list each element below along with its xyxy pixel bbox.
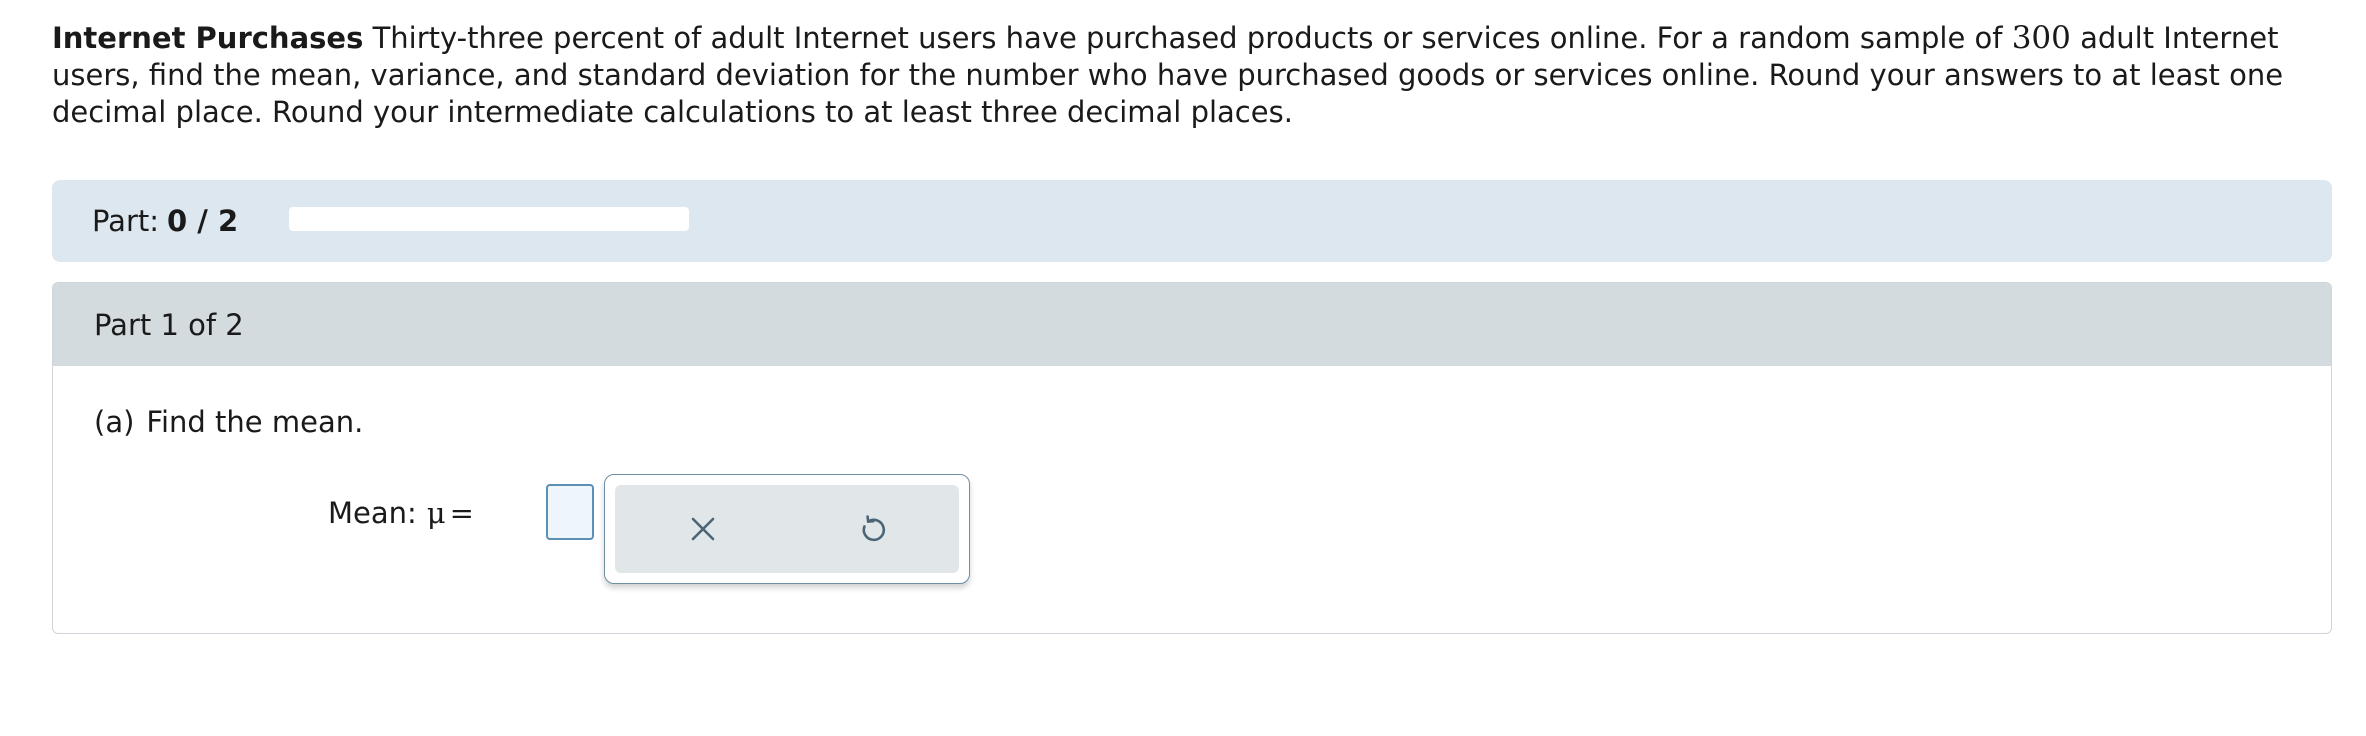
part-progress-label: Part: 0 / 2 — [92, 201, 238, 241]
problem-statement: Internet Purchases Thirty-three percent … — [52, 20, 2342, 131]
clear-button[interactable] — [683, 509, 723, 549]
sample-size-number: 300 — [2011, 20, 2071, 56]
part-card: Part 1 of 2 (a) Find the mean. Mean: μ = — [52, 282, 2332, 634]
answer-tool-panel — [604, 474, 970, 584]
undo-button[interactable] — [853, 509, 893, 549]
mean-answer-input[interactable] — [546, 484, 594, 540]
question-prompt: (a) Find the mean. — [94, 402, 363, 442]
mean-label-text: Mean: — [328, 496, 417, 530]
answer-tool-inner — [615, 485, 959, 573]
undo-icon — [862, 515, 886, 542]
mean-label: Mean: μ = — [328, 493, 474, 533]
mu-symbol: μ — [426, 496, 446, 530]
part-progress-count: 0 / 2 — [167, 204, 239, 238]
question-letter: (a) — [94, 405, 135, 439]
equals-sign: = — [449, 496, 474, 530]
part-progress-bar: Part: 0 / 2 — [52, 180, 2332, 262]
part-header: Part 1 of 2 — [53, 283, 2331, 366]
problem-title: Internet Purchases — [52, 21, 364, 55]
close-icon — [691, 517, 715, 541]
question-text: Find the mean. — [146, 405, 364, 439]
progress-track — [289, 207, 689, 231]
problem-text-part1: Thirty-three percent of adult Internet u… — [372, 21, 2003, 55]
part-progress-prefix: Part: — [92, 204, 160, 238]
part-header-title: Part 1 of 2 — [94, 308, 244, 342]
